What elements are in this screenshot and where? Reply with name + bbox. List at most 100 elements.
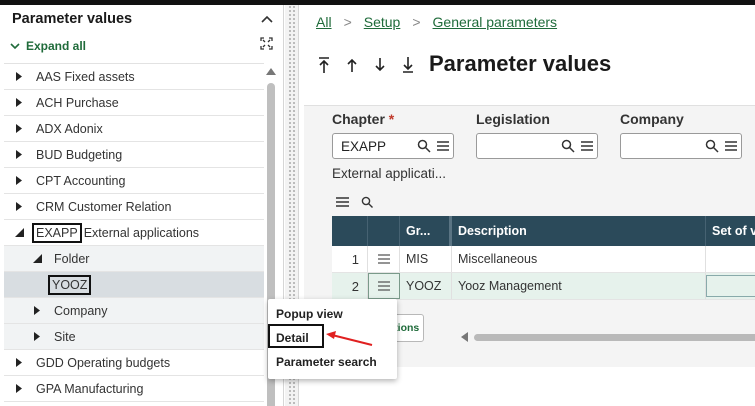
caret-right-icon[interactable] — [14, 150, 24, 160]
legislation-label: Legislation — [476, 111, 550, 127]
company-label: Company — [620, 111, 684, 127]
next-record-icon[interactable] — [372, 55, 388, 75]
grid-horizontal-scrollbar-thumb[interactable] — [474, 334, 755, 341]
caret-right-icon[interactable] — [14, 98, 24, 108]
company-field[interactable] — [620, 133, 742, 159]
caret-right-icon[interactable] — [14, 176, 24, 186]
tree-item-label: BUD Budgeting — [36, 147, 123, 162]
parameter-tree-panel: Parameter values Expand all AAS Fixed as… — [0, 5, 284, 406]
grid-header-group[interactable]: Gr... — [400, 216, 452, 246]
breadcrumb: All > Setup > General parameters — [316, 14, 557, 30]
tree-item-exapp[interactable]: EXAPP External applications — [4, 220, 264, 246]
tree-item-label: CPT Accounting — [36, 173, 126, 188]
grid-header-description[interactable]: Description — [452, 216, 706, 246]
tree-item-label: ADX Adonix — [36, 121, 103, 136]
tree-item-code: EXAPP — [32, 222, 82, 243]
list-icon[interactable] — [724, 139, 738, 153]
grid-header-row: Gr... Description Set of v — [332, 216, 755, 246]
tree-item-label: GDD Operating budgets — [36, 355, 171, 370]
annotation-arrow-icon — [326, 331, 373, 346]
chevron-down-icon — [10, 42, 20, 49]
search-icon[interactable] — [561, 139, 575, 153]
search-icon[interactable] — [417, 139, 431, 153]
row-group[interactable]: MIS — [400, 246, 452, 272]
table-row[interactable]: 1 MIS Miscellaneous — [332, 246, 755, 273]
tree-item-label: AAS Fixed assets — [36, 69, 135, 84]
menu-icon[interactable] — [336, 196, 349, 208]
required-mark: * — [388, 111, 395, 127]
caret-right-icon[interactable] — [32, 306, 42, 316]
row-number: 1 — [332, 246, 368, 272]
expand-all-row: Expand all — [0, 33, 283, 59]
caret-right-icon[interactable] — [32, 332, 42, 342]
caret-right-icon[interactable] — [14, 358, 24, 368]
tree-item-aas[interactable]: AAS Fixed assets — [4, 64, 264, 90]
detail-highlight-box — [268, 324, 324, 348]
breadcrumb-setup[interactable]: Setup — [364, 14, 401, 30]
search-icon[interactable] — [705, 139, 719, 153]
chevron-up-icon[interactable] — [259, 11, 275, 27]
grid-header-num — [332, 216, 368, 246]
tree-item-adx[interactable]: ADX Adonix — [4, 116, 264, 142]
tree-item-label: Company — [54, 303, 108, 318]
tree-item-company[interactable]: Company — [4, 298, 264, 324]
menu-item-parameter-search[interactable]: Parameter search — [276, 355, 377, 369]
tree-item-bud[interactable]: BUD Budgeting — [4, 142, 264, 168]
list-icon[interactable] — [436, 139, 450, 153]
tree-item-site[interactable]: Site — [4, 324, 264, 350]
tree-item-cpt[interactable]: CPT Accounting — [4, 168, 264, 194]
tree-item-gdd[interactable]: GDD Operating budgets — [4, 350, 264, 376]
row-menu-icon[interactable] — [368, 273, 400, 299]
scroll-up-arrow-icon[interactable] — [266, 67, 276, 75]
tree-item-crm[interactable]: CRM Customer Relation — [4, 194, 264, 220]
parameter-groups-grid: Gr... Description Set of v 1 MIS Miscell… — [332, 216, 755, 300]
chapter-label: Chapter * — [332, 111, 394, 127]
tree-item-folder[interactable]: Folder — [4, 246, 264, 272]
chapter-field[interactable]: EXAPP — [332, 133, 454, 159]
page-title: Parameter values — [429, 51, 612, 76]
table-row[interactable]: 2 YOOZ Yooz Management — [332, 273, 755, 300]
breadcrumb-separator-icon: > — [412, 14, 421, 30]
row-set-of-values[interactable] — [706, 273, 755, 299]
parameter-tree: AAS Fixed assets ACH Purchase ADX Adonix… — [4, 63, 264, 402]
tree-item-label: External applications — [83, 225, 200, 240]
breadcrumb-all[interactable]: All — [316, 14, 332, 30]
breadcrumb-general-parameters[interactable]: General parameters — [433, 14, 558, 30]
grid-horizontal-scrollbar[interactable] — [460, 332, 755, 342]
search-icon[interactable] — [361, 196, 373, 208]
scroll-left-arrow-icon[interactable] — [460, 332, 468, 342]
tree-item-label: ACH Purchase — [36, 95, 119, 110]
expand-screen-icon[interactable] — [260, 37, 273, 55]
tree-item-label: YOOZ — [48, 274, 92, 295]
caret-right-icon[interactable] — [14, 384, 24, 394]
expand-all-label: Expand all — [26, 39, 87, 53]
previous-record-icon[interactable] — [344, 55, 360, 75]
row-set-of-values[interactable] — [706, 246, 755, 272]
grid-header-set-of-values[interactable]: Set of v — [706, 216, 755, 246]
tree-item-gpa[interactable]: GPA Manufacturing — [4, 376, 264, 402]
caret-down-right-icon[interactable] — [32, 254, 42, 264]
set-of-values-input[interactable] — [706, 275, 755, 297]
caret-right-icon[interactable] — [14, 124, 24, 134]
chapter-label-text: Chapter — [332, 111, 385, 127]
row-description[interactable]: Yooz Management — [452, 273, 706, 299]
last-record-icon[interactable] — [400, 55, 416, 75]
tree-item-yooz[interactable]: YOOZ — [4, 272, 264, 298]
tree-panel-title: Parameter values — [12, 11, 133, 27]
breadcrumb-separator-icon: > — [343, 14, 352, 30]
caret-right-icon[interactable] — [14, 202, 24, 212]
legislation-field[interactable] — [476, 133, 598, 159]
row-menu-icon[interactable] — [368, 246, 400, 272]
expand-all-link[interactable]: Expand all — [10, 39, 86, 53]
row-number: 2 — [332, 273, 368, 299]
tree-item-label: Folder — [54, 251, 90, 266]
tree-item-ach[interactable]: ACH Purchase — [4, 90, 264, 116]
row-description[interactable]: Miscellaneous — [452, 246, 706, 272]
list-icon[interactable] — [580, 139, 594, 153]
caret-down-right-icon[interactable] — [14, 228, 24, 238]
caret-right-icon[interactable] — [14, 72, 24, 82]
menu-item-popup-view[interactable]: Popup view — [276, 307, 343, 321]
row-group[interactable]: YOOZ — [400, 273, 452, 299]
first-record-icon[interactable] — [316, 55, 332, 75]
record-navigation — [316, 55, 416, 75]
